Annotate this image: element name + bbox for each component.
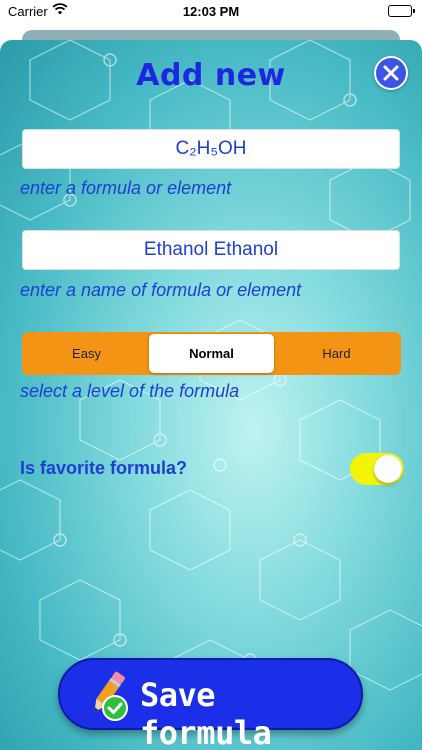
- favorite-toggle[interactable]: [350, 453, 404, 485]
- close-button[interactable]: [374, 56, 408, 90]
- formula-hint: enter a formula or element: [20, 178, 232, 198]
- name-input[interactable]: Ethanol Ethanol: [22, 230, 400, 270]
- level-normal[interactable]: Normal: [149, 334, 274, 373]
- clock: 12:03 PM: [182, 4, 240, 19]
- name-hint: enter a name of formula or element: [20, 280, 302, 300]
- save-button-label: Save formula: [140, 676, 272, 750]
- battery-icon: [388, 5, 415, 17]
- save-formula-button[interactable]: Save formula: [58, 658, 363, 750]
- level-segmented-control: Easy Normal Hard: [22, 332, 401, 375]
- pencil-check-icon: [94, 671, 128, 721]
- toggle-knob: [374, 455, 402, 483]
- status-bar: Carrier 12:03 PM: [0, 0, 422, 24]
- close-icon: [383, 65, 399, 81]
- formula-input[interactable]: C₂H₅OH: [22, 129, 400, 169]
- level-hard[interactable]: Hard: [274, 334, 399, 373]
- favorite-label: Is favorite formula?: [20, 458, 188, 478]
- level-easy[interactable]: Easy: [24, 334, 149, 373]
- add-formula-sheet: Add new C₂H₅OH enter a formula or elemen…: [0, 40, 422, 750]
- level-hint: select a level of the formula: [20, 381, 240, 401]
- page-title: Add new: [136, 58, 286, 93]
